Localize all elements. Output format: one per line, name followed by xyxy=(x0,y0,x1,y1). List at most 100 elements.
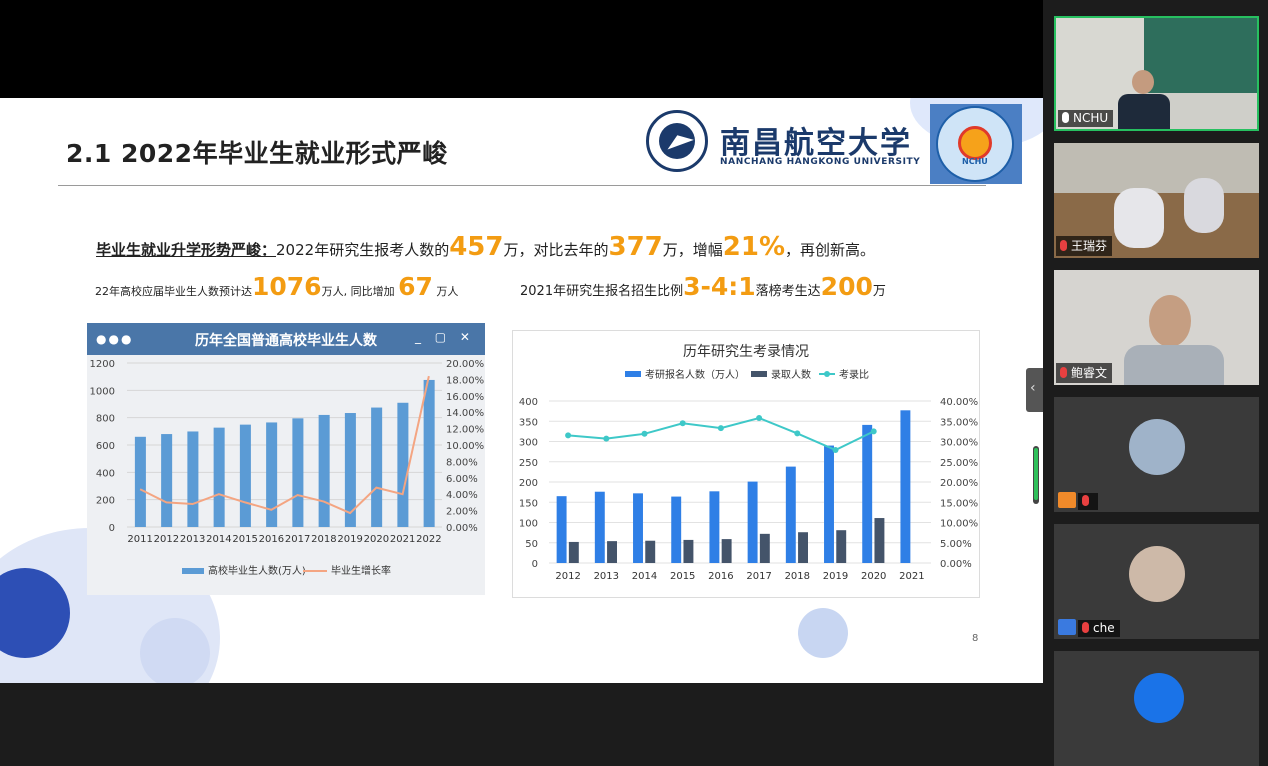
title-divider xyxy=(58,185,986,186)
bar xyxy=(709,491,720,563)
bar xyxy=(318,414,330,527)
y-tick-label: 400 xyxy=(519,397,538,408)
avatar-icon xyxy=(1058,619,1076,635)
x-tick-label: 2017 xyxy=(746,571,771,582)
graduates-chart: ●●● 历年全国普通高校毕业生人数 _ ▢ ✕ 0 200 400 600 800 100… xyxy=(87,323,485,595)
bar xyxy=(594,491,605,563)
line-point xyxy=(603,435,610,442)
slide-decoration xyxy=(798,608,848,658)
postgrad-chart-plot: 0 50 100 150 200 250 300 350 400 0.00% 5.00% 10.00%… xyxy=(519,368,978,582)
y-tick-label: 800 xyxy=(96,414,115,425)
x-tick-label: 2018 xyxy=(311,534,336,545)
x-tick-label: 2020 xyxy=(364,534,389,545)
y2-tick-label: 10.00% xyxy=(940,519,978,530)
line-point xyxy=(679,420,686,427)
x-tick-label: 2014 xyxy=(206,534,231,545)
legend-label: 录取人数 xyxy=(771,368,811,381)
page-number: 8 xyxy=(972,633,979,644)
legend-label: 高校毕业生人数(万人) xyxy=(208,564,306,577)
y-tick-label: 600 xyxy=(96,441,115,452)
y-tick-label: 1000 xyxy=(90,386,115,397)
bar xyxy=(824,445,834,563)
y2-tick-label: 2.00% xyxy=(446,507,478,518)
bar xyxy=(874,518,885,563)
x-tick-label: 2019 xyxy=(823,571,848,582)
participant-name: 王瑞芬 xyxy=(1056,236,1113,256)
x-tick-label: 2012 xyxy=(154,534,179,545)
slide-title: 2.1 2022年毕业生就业形式严峻 xyxy=(66,139,448,168)
participant-tile[interactable]: che xyxy=(1054,524,1259,639)
x-tick-label: 2016 xyxy=(259,534,284,545)
line-point xyxy=(717,425,724,432)
participant-tile[interactable]: NCHU xyxy=(1054,16,1259,131)
bar xyxy=(292,418,304,527)
bar xyxy=(747,481,758,563)
line-point xyxy=(832,447,839,454)
y2-tick-label: 20.00% xyxy=(940,478,978,489)
y2-tick-label: 0.00% xyxy=(446,523,478,534)
legend-swatch xyxy=(625,371,641,377)
line-point xyxy=(870,428,877,435)
line-point xyxy=(565,432,572,439)
bar xyxy=(556,496,567,563)
participant-tile[interactable]: 王瑞芬 xyxy=(1054,143,1259,258)
university-seal-logo xyxy=(646,110,708,172)
x-tick-label: 2011 xyxy=(127,534,152,545)
y2-tick-label: 8.00% xyxy=(446,457,478,468)
window-controls-icon: _ ▢ ✕ xyxy=(414,330,475,344)
bar xyxy=(836,530,847,563)
x-tick-label: 2013 xyxy=(180,534,205,545)
y-tick-label: 1200 xyxy=(90,359,115,370)
x-tick-label: 2020 xyxy=(861,571,886,582)
line-point xyxy=(756,415,763,422)
y2-tick-label: 30.00% xyxy=(940,438,978,449)
bar xyxy=(397,402,409,527)
y-tick-label: 200 xyxy=(96,496,115,507)
y-tick-label: 50 xyxy=(525,539,538,550)
bar xyxy=(371,407,383,527)
legend-label: 毕业生增长率 xyxy=(331,564,391,577)
y2-tick-label: 20.00% xyxy=(446,359,484,370)
bar xyxy=(266,422,278,527)
avatar-icon xyxy=(1058,492,1076,508)
admission-ratio-stat: 2021年研究生报名招生比例3-4:1落榜考生达200万 xyxy=(520,272,886,301)
bar xyxy=(785,466,796,563)
x-tick-label: 2019 xyxy=(337,534,362,545)
x-tick-label: 2021 xyxy=(390,534,415,545)
legend-swatch xyxy=(751,371,767,377)
university-name-en: NANCHANG HANGKONG UNIVERSITY xyxy=(720,157,921,167)
y-tick-label: 150 xyxy=(519,498,538,509)
x-tick-label: 2014 xyxy=(632,571,657,582)
participants-sidebar: NCHU 王瑞芬 鲍睿文 che xyxy=(1043,0,1268,766)
bar xyxy=(213,427,225,527)
legend-label: 考录比 xyxy=(839,369,869,381)
bar xyxy=(161,434,173,527)
bar xyxy=(798,532,808,563)
bar xyxy=(423,379,435,527)
y2-tick-label: 18.00% xyxy=(446,375,484,386)
bar xyxy=(671,496,682,563)
bar xyxy=(862,424,873,563)
x-tick-label: 2015 xyxy=(232,534,257,545)
x-tick-label: 2018 xyxy=(785,571,810,582)
bar xyxy=(568,541,579,563)
line-point xyxy=(641,430,648,437)
sidebar-scrollbar[interactable] xyxy=(1033,446,1039,504)
participant-tile[interactable] xyxy=(1054,397,1259,512)
y-tick-label: 100 xyxy=(519,519,538,530)
x-tick-label: 2012 xyxy=(555,571,580,582)
y-tick-label: 350 xyxy=(519,417,538,428)
bar xyxy=(187,431,199,527)
postgrad-exam-chart: 历年研究生考录情况 0 50 100 150 200 250 300 350 400 0.00% 5… xyxy=(512,330,980,598)
participant-name: 鲍睿文 xyxy=(1056,363,1113,383)
y-tick-label: 300 xyxy=(519,438,538,449)
y2-tick-label: 14.00% xyxy=(446,408,484,419)
participant-tile[interactable]: 鲍睿文 xyxy=(1054,270,1259,385)
chevron-left-icon: ‹ xyxy=(1030,380,1036,396)
x-tick-label: 2013 xyxy=(594,571,619,582)
y-tick-label: 400 xyxy=(96,468,115,479)
participant-tile[interactable] xyxy=(1054,651,1259,766)
bar xyxy=(134,436,146,527)
panel-collapse-handle[interactable]: ‹ xyxy=(1026,368,1043,412)
university-name-cn: 南昌航空大学 xyxy=(720,126,912,161)
